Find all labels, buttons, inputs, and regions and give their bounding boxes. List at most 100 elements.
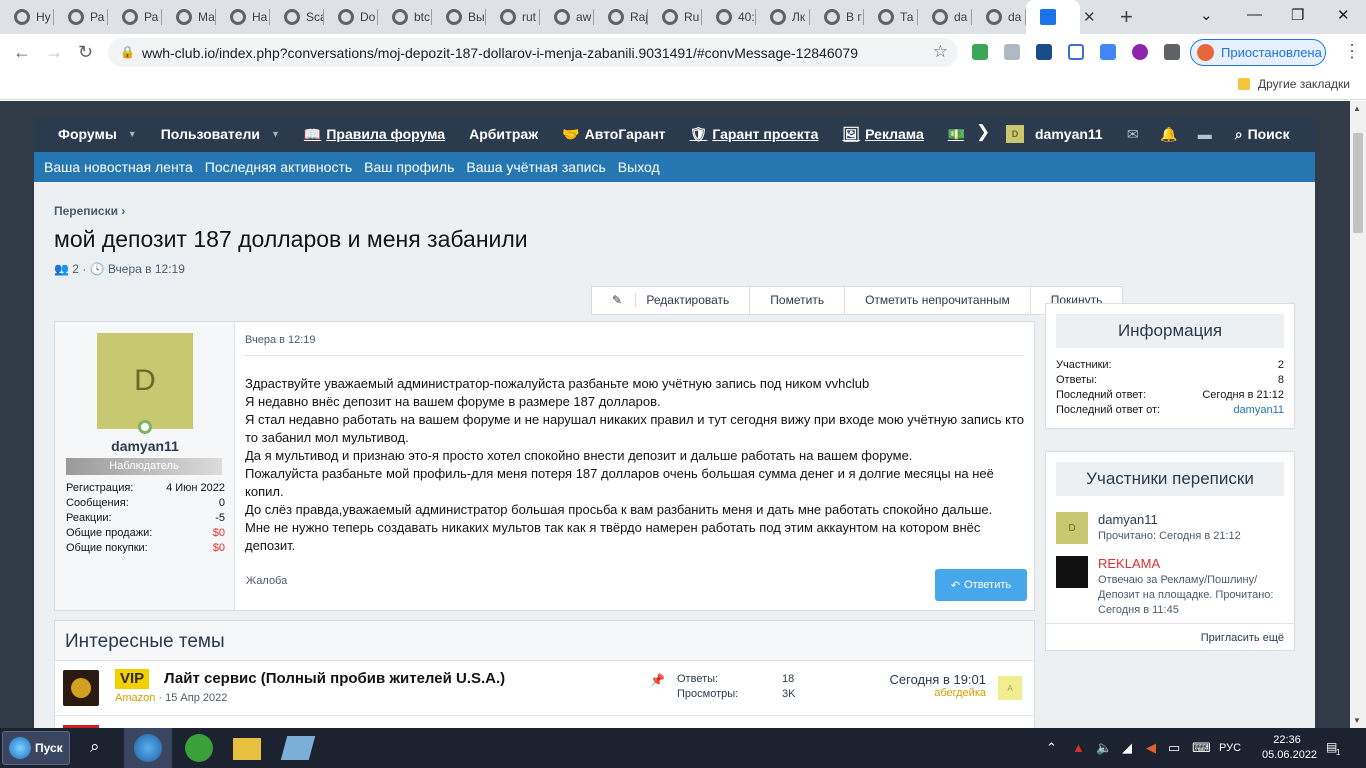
minimize-icon[interactable]: — — [1247, 6, 1262, 23]
message-date[interactable]: Вчера в 12:19 — [245, 334, 1025, 356]
scroll-up-icon[interactable]: ▲ — [1353, 104, 1361, 113]
browser-tab[interactable]: Та — [864, 0, 918, 34]
invite-link[interactable]: Пригласить ещё — [1201, 632, 1284, 644]
nav-user[interactable]: D damyan11 — [996, 125, 1115, 143]
scroll-thumb[interactable] — [1353, 133, 1363, 233]
chrome-app-icon[interactable] — [134, 734, 162, 762]
search-button[interactable]: ⌕ Поиск — [1223, 126, 1302, 143]
browser-tab[interactable]: rut — [486, 0, 540, 34]
keyboard-icon[interactable]: ⌨ — [1192, 740, 1211, 756]
translate-extension-icon[interactable] — [1100, 44, 1116, 60]
nav-item[interactable]: Пользователи ▼ — [149, 126, 292, 143]
other-bookmarks[interactable]: Другие закладки — [1238, 77, 1350, 91]
browser-tab[interactable]: aw — [540, 0, 594, 34]
browser-tab[interactable]: Ра — [108, 0, 162, 34]
thread-author-avatar[interactable] — [63, 670, 99, 706]
action-2[interactable]: Отметить непрочитанным — [845, 287, 1031, 314]
browser-tab[interactable]: btc — [378, 0, 432, 34]
report-link[interactable]: Жалоба — [246, 575, 287, 587]
volume-icon[interactable]: 🔈 — [1096, 740, 1112, 756]
address-bar[interactable]: 🔒 wwh-club.io/index.php?conversations/mo… — [108, 38, 958, 67]
profile-button[interactable]: Приостановлена — [1190, 39, 1326, 66]
new-tab-button[interactable]: + — [1120, 4, 1133, 30]
tray-app-icon[interactable]: ◀ — [1146, 740, 1156, 756]
participant[interactable]: REKLAMA Отвечаю за Рекламу/Пошлину/Депози… — [1056, 556, 1286, 616]
wallet-icon[interactable]: ▬ — [1187, 126, 1223, 142]
thread-last-post[interactable]: Сегодня в 19:01 абегдейка — [845, 672, 986, 699]
utorrent-app-icon[interactable] — [185, 734, 213, 762]
maximize-icon[interactable]: ❐ — [1291, 6, 1304, 24]
browser-tab[interactable]: На — [216, 0, 270, 34]
language-indicator[interactable]: РУС — [1219, 742, 1241, 754]
nav-item[interactable]: 🖼 Реклама — [830, 126, 935, 143]
nav-item[interactable]: Форумы ▼ — [46, 126, 149, 143]
extension-icon[interactable] — [972, 44, 988, 60]
nav-item[interactable]: 📖 Правила форума — [292, 126, 457, 143]
clock[interactable]: 22:36 05.06.2022 — [1262, 733, 1317, 763]
browser-tab[interactable]: Do — [324, 0, 378, 34]
subnav-link[interactable]: Ваша учётная запись — [460, 159, 611, 175]
avatar[interactable]: D — [97, 333, 193, 429]
browser-menu-icon[interactable]: ⋮ — [1343, 41, 1361, 62]
action-0[interactable]: ✎ Редактировать — [592, 287, 751, 314]
explorer-app-icon[interactable] — [233, 738, 261, 760]
browser-tab[interactable]: da — [918, 0, 972, 34]
participant-name[interactable]: damyan11 — [1098, 512, 1158, 527]
scroll-down-icon[interactable]: ▼ — [1353, 716, 1361, 725]
subnav-link[interactable]: Ваша новостная лента — [38, 159, 199, 175]
mail-extension-icon[interactable] — [1004, 44, 1020, 60]
network-icon[interactable]: ◢ — [1122, 740, 1132, 756]
tray-chevron-icon[interactable]: ⌃ — [1046, 740, 1057, 756]
battery-icon[interactable]: ▭ — [1168, 740, 1180, 756]
bell-icon[interactable]: 🔔 — [1151, 126, 1187, 143]
subnav-link[interactable]: Выход — [612, 159, 666, 175]
participant-name[interactable]: REKLAMA — [1098, 556, 1160, 571]
browser-tab[interactable]: Лк — [756, 0, 810, 34]
participant-avatar[interactable] — [1056, 556, 1088, 588]
chevron-down-icon[interactable]: ▼ — [128, 129, 137, 139]
window-close-icon[interactable]: ✕ — [1337, 6, 1350, 24]
browser-tab[interactable]: Ru — [648, 0, 702, 34]
browser-tab[interactable]: Ма — [162, 0, 216, 34]
browser-tab[interactable]: В г — [810, 0, 864, 34]
browser-tab[interactable]: Ра — [54, 0, 108, 34]
browser-tab[interactable]: Sca — [270, 0, 324, 34]
action-1[interactable]: Пометить — [750, 287, 846, 314]
chevron-down-icon[interactable]: ▼ — [271, 129, 280, 139]
gmail-extension-icon[interactable] — [1068, 44, 1084, 60]
info-value[interactable]: damyan11 — [1233, 403, 1284, 418]
puzzle-extensions-icon[interactable] — [1164, 44, 1180, 60]
message-author[interactable]: damyan11 — [55, 438, 235, 454]
search-icon[interactable]: ⌕ — [90, 737, 100, 757]
thread-title[interactable]: Лайт сервис (Полный пробив жителей U.S.A… — [164, 670, 505, 687]
nav-item[interactable]: 💵По — [936, 126, 964, 143]
bookmark-star-icon[interactable]: ☆ — [933, 42, 948, 62]
browser-tab[interactable]: da — [972, 0, 1026, 34]
nav-item[interactable]: 🛡 Гарант проекта — [678, 126, 831, 143]
close-tab-icon[interactable]: ✕ — [1083, 8, 1096, 26]
back-icon[interactable]: ← — [13, 42, 31, 63]
forward-icon[interactable]: → — [45, 42, 63, 63]
lock-icon[interactable]: 🔒 — [120, 45, 135, 59]
tab-search-icon[interactable]: ⌄ — [1200, 6, 1213, 24]
inbox-icon[interactable]: ✉ — [1115, 126, 1151, 143]
last-poster-avatar[interactable]: А — [998, 676, 1022, 700]
breadcrumb[interactable]: Переписки › — [54, 204, 125, 218]
nav-scroll-right-icon[interactable]: ❯ — [976, 122, 990, 142]
browser-tab[interactable]: Вы — [432, 0, 486, 34]
start-button[interactable]: Пуск — [2, 731, 70, 765]
subnav-link[interactable]: Последняя активность — [199, 159, 358, 175]
tray-app-icon[interactable]: ▲ — [1072, 740, 1085, 755]
subnav-link[interactable]: Ваш профиль — [358, 159, 460, 175]
browser-tab[interactable]: Raj — [594, 0, 648, 34]
notes-app-icon[interactable] — [280, 736, 316, 760]
download-extension-icon[interactable] — [1036, 44, 1052, 60]
nav-item[interactable]: 🤝 АвтоГарант — [550, 126, 677, 143]
browser-tab[interactable]: Ну — [0, 0, 54, 34]
thread-author[interactable]: Amazon — [115, 692, 155, 704]
reload-icon[interactable]: ↻ — [78, 42, 93, 63]
browser-tab[interactable]: 40: — [702, 0, 756, 34]
participant-avatar[interactable]: D — [1056, 512, 1088, 544]
thread-row[interactable]: VIP Лайт сервис (Полный пробив жителей U… — [55, 662, 1034, 716]
extension-icon[interactable] — [1132, 44, 1148, 60]
